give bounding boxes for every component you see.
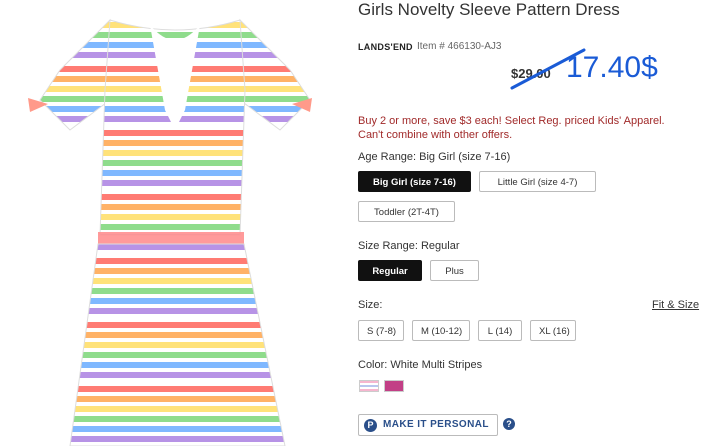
fit-size-link[interactable]: Fit & Size	[652, 299, 699, 311]
color-swatch-pink-multi[interactable]	[384, 380, 404, 392]
sale-price: 17.40$	[566, 51, 658, 84]
color-label: Color: White Multi Stripes	[358, 359, 483, 371]
size-option-xl[interactable]: XL (16)	[530, 320, 576, 341]
size-range-label: Size Range: Regular	[358, 240, 460, 252]
size-range-regular[interactable]: Regular	[358, 260, 422, 281]
age-range-label: Age Range: Big Girl (size 7-16)	[358, 151, 511, 163]
size-option-m[interactable]: M (10-12)	[412, 320, 470, 341]
size-label: Size:	[358, 299, 383, 311]
product-title: Girls Novelty Sleeve Pattern Dress	[358, 0, 620, 19]
age-option-big-girl[interactable]: Big Girl (size 7-16)	[358, 171, 471, 192]
age-option-toddler[interactable]: Toddler (2T-4T)	[358, 201, 455, 222]
age-option-little-girl[interactable]: Little Girl (size 4-7)	[479, 171, 596, 192]
color-swatch-white-multi-stripes[interactable]	[359, 380, 379, 392]
brand-logo: LANDS'END	[358, 42, 413, 52]
product-image	[28, 18, 312, 446]
size-option-s[interactable]: S (7-8)	[358, 320, 404, 341]
size-option-l[interactable]: L (14)	[478, 320, 522, 341]
make-it-personal-label: MAKE IT PERSONAL	[383, 419, 489, 430]
promo-message: Buy 2 or more, save $3 each! Select Reg.…	[358, 115, 665, 141]
help-icon[interactable]: ?	[503, 418, 515, 430]
size-range-plus[interactable]: Plus	[430, 260, 479, 281]
item-number: Item # 466130-AJ3	[417, 41, 502, 52]
make-it-personal-button[interactable]: P MAKE IT PERSONAL	[358, 414, 498, 436]
personalize-p-icon: P	[364, 419, 377, 432]
